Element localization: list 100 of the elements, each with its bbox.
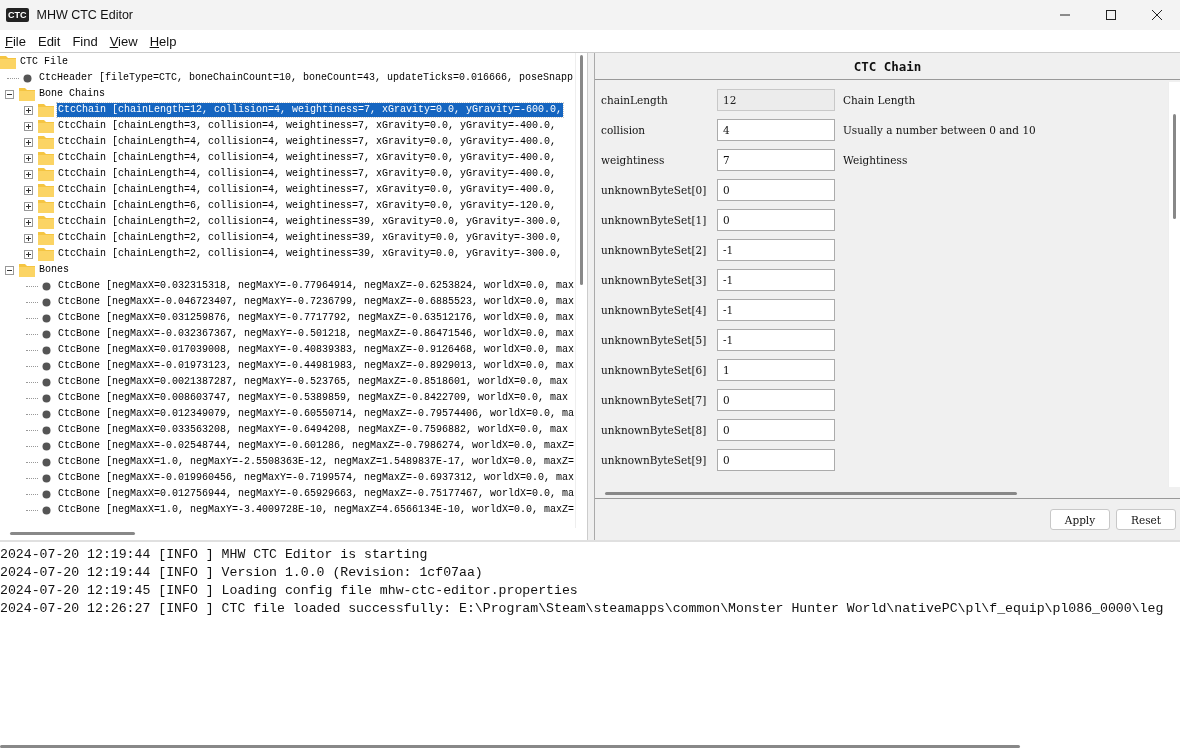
folder-icon bbox=[38, 215, 54, 229]
menu-item[interactable]: View bbox=[103, 33, 144, 49]
tree-item[interactable]: CtcBone [negMaxX=0.031259876, negMaxY=-0.7717792, negMaxZ=-0.63512176, worldX=0.0, max bbox=[57, 311, 575, 325]
tree-item[interactable]: CtcBone [negMaxX=0.012756944, negMaxY=-0.65929663, negMaxZ=-0.75177467, worldX=0.0, ma bbox=[57, 487, 575, 501]
action-button[interactable]: Apply bbox=[1050, 509, 1110, 530]
input-field[interactable]: 4 bbox=[717, 119, 835, 141]
input-field[interactable]: -1 bbox=[717, 329, 835, 351]
collapse-icon[interactable] bbox=[5, 265, 14, 275]
tree-item[interactable]: CtcBone [negMaxX=0.0021387287, negMaxY=-0.523765, negMaxZ=-0.8518601, worldX=0.0, max bbox=[57, 375, 570, 389]
input-field[interactable]: 0 bbox=[717, 209, 835, 231]
tree-item[interactable]: CtcBone [negMaxX=0.033563208, negMaxY=-0.6494208, negMaxZ=-0.7596882, worldX=0.0, max bbox=[57, 423, 570, 437]
tree-item[interactable]: CtcBone [negMaxX=0.008603747, negMaxY=-0.5389859, negMaxZ=-0.8422709, worldX=0.0, max bbox=[57, 391, 570, 405]
node-icon bbox=[42, 313, 51, 323]
folder-icon bbox=[38, 151, 54, 165]
tree-item[interactable]: Bones bbox=[38, 263, 70, 277]
input-field[interactable]: -1 bbox=[717, 239, 835, 261]
folder-icon bbox=[38, 103, 54, 117]
menu-item[interactable]: Help bbox=[143, 33, 183, 49]
folder-icon bbox=[38, 247, 54, 261]
tree-item[interactable]: CtcBone [negMaxX=0.017039008, negMaxY=-0.40839383, negMaxZ=-0.9126468, worldX=0.0, max bbox=[57, 343, 575, 357]
window-title: MHW CTC Editor bbox=[36, 8, 134, 22]
tree-item[interactable]: CtcBone [negMaxX=0.032315318, negMaxY=-0.77964914, negMaxZ=-0.6253824, worldX=0.0, max bbox=[57, 279, 575, 293]
expand-icon[interactable] bbox=[24, 201, 33, 211]
node-icon bbox=[42, 409, 51, 419]
tree-item[interactable]: CtcChain [chainLength=6, collision=4, weightiness=7, xGravity=0.0, yGravity=-120.0, bbox=[57, 199, 558, 213]
input-field[interactable]: 1 bbox=[717, 359, 835, 381]
field-label: collision bbox=[601, 124, 647, 136]
node-icon bbox=[42, 297, 51, 307]
input-field[interactable]: -1 bbox=[717, 299, 835, 321]
log-line: 2024-07-20 12:19:44 [INFO ] Version 1.0.0 (Revision: 1cf07aa) bbox=[0, 564, 484, 582]
node-icon bbox=[42, 361, 51, 371]
collapse-icon[interactable] bbox=[5, 89, 14, 99]
node-icon bbox=[42, 393, 51, 403]
tree-item[interactable]: CtcBone [negMaxX=0.012349079, negMaxY=-0.60550714, negMaxZ=-0.79574406, worldX=0.0, ma bbox=[57, 407, 575, 421]
expand-icon[interactable] bbox=[24, 169, 33, 179]
field-label: unknownByteSet[6] bbox=[601, 364, 708, 376]
tree-item[interactable]: CtcChain [chainLength=2, collision=4, weightiness=39, xGravity=0.0, yGravity=-300.0, bbox=[57, 215, 564, 229]
input-field[interactable]: 7 bbox=[717, 149, 835, 171]
input-field[interactable]: 0 bbox=[717, 449, 835, 471]
field-label: weightiness bbox=[601, 154, 666, 166]
node-icon bbox=[42, 329, 51, 339]
field-label: unknownByteSet[5] bbox=[601, 334, 708, 346]
tree-item[interactable]: CtcChain [chainLength=3, collision=4, weightiness=7, xGravity=0.0, yGravity=-400.0, bbox=[57, 119, 558, 133]
folder-icon bbox=[38, 135, 54, 149]
tree-item[interactable]: CtcChain [chainLength=4, collision=4, weightiness=7, xGravity=0.0, yGravity=-400.0, bbox=[57, 167, 558, 181]
node-icon bbox=[42, 489, 51, 499]
field-description: Chain Length bbox=[843, 94, 916, 106]
field-label: unknownByteSet[9] bbox=[601, 454, 708, 466]
tree-item[interactable]: CtcHeader [fileType=CTC, boneChainCount=10, boneCount=43, updateTicks=0.016666, poseSnapp bbox=[38, 71, 575, 85]
log-line: 2024-07-20 12:26:27 [INFO ] CTC file loaded successfully: E:\Program\Steam\steamapps\common\Monster Hunter World\nativePC\pl\f_equip\pl086_0000\leg bbox=[0, 600, 1165, 618]
tree-item[interactable]: Bone Chains bbox=[38, 87, 106, 101]
field-label: unknownByteSet[0] bbox=[601, 184, 708, 196]
tree-item[interactable]: CtcBone [negMaxX=1.0, negMaxY=-3.4009728E-10, negMaxZ=4.6566134E-10, worldX=0.0, maxZ= bbox=[57, 503, 575, 517]
input-field[interactable]: 0 bbox=[717, 419, 835, 441]
folder-icon bbox=[19, 87, 35, 101]
action-button[interactable]: Reset bbox=[1116, 509, 1176, 530]
folder-icon bbox=[38, 167, 54, 181]
expand-icon[interactable] bbox=[24, 233, 33, 243]
field-label: chainLength bbox=[601, 94, 669, 106]
tree-item[interactable]: CtcChain [chainLength=2, collision=4, weightiness=39, xGravity=0.0, yGravity=-300.0, bbox=[57, 231, 564, 245]
node-icon bbox=[42, 457, 51, 467]
expand-icon[interactable] bbox=[24, 137, 33, 147]
tree-item[interactable]: CtcChain [chainLength=4, collision=4, weightiness=7, xGravity=0.0, yGravity=-400.0, bbox=[57, 151, 558, 165]
folder-icon bbox=[19, 263, 35, 277]
menu-item[interactable]: Find bbox=[66, 33, 104, 49]
expand-icon[interactable] bbox=[24, 105, 33, 115]
tree-item[interactable]: CtcBone [negMaxX=-0.02548744, negMaxY=-0.601286, negMaxZ=-0.7986274, worldX=0.0, maxZ= bbox=[57, 439, 575, 453]
expand-icon[interactable] bbox=[24, 249, 33, 259]
input-field[interactable]: -1 bbox=[717, 269, 835, 291]
panel-title: CTC Chain bbox=[595, 53, 1180, 80]
field-label: unknownByteSet[7] bbox=[601, 394, 708, 406]
node-icon bbox=[42, 377, 51, 387]
tree-item[interactable]: CtcChain [chainLength=4, collision=4, weightiness=7, xGravity=0.0, yGravity=-400.0, bbox=[57, 135, 558, 149]
folder-icon bbox=[38, 199, 54, 213]
expand-icon[interactable] bbox=[24, 153, 33, 163]
field-label: unknownByteSet[3] bbox=[601, 274, 708, 286]
tree-item[interactable]: CtcChain [chainLength=4, collision=4, weightiness=7, xGravity=0.0, yGravity=-400.0, bbox=[57, 183, 558, 197]
tree-item[interactable]: CtcChain [chainLength=12, collision=4, weightiness=7, xGravity=0.0, yGravity=-600.0, bbox=[57, 103, 564, 117]
input-field[interactable]: 0 bbox=[717, 179, 835, 201]
node-icon bbox=[42, 345, 51, 355]
expand-icon[interactable] bbox=[24, 121, 33, 131]
tree-item[interactable]: CtcBone [negMaxX=1.0, negMaxY=-2.5508363E-12, negMaxZ=1.5489837E-17, worldX=0.0, maxZ= bbox=[57, 455, 575, 469]
tree-item[interactable]: CtcBone [negMaxX=-0.032367367, negMaxY=-0.501218, negMaxZ=-0.86471546, worldX=0.0, max bbox=[57, 327, 575, 341]
input-field[interactable]: 0 bbox=[717, 389, 835, 411]
field-label: unknownByteSet[8] bbox=[601, 424, 708, 436]
folder-icon bbox=[38, 119, 54, 133]
menu-item[interactable]: File bbox=[0, 33, 32, 49]
menu-item[interactable]: Edit bbox=[31, 33, 67, 49]
expand-icon[interactable] bbox=[24, 217, 33, 227]
field-label: unknownByteSet[4] bbox=[601, 304, 708, 316]
tree-item[interactable]: CtcBone [negMaxX=-0.019960456, negMaxY=-0.7199574, negMaxZ=-0.6937312, worldX=0.0, max bbox=[57, 471, 575, 485]
tree-item[interactable]: CTC File bbox=[19, 55, 69, 69]
tree-item[interactable]: CtcBone [negMaxX=-0.01973123, negMaxY=-0.44981983, negMaxZ=-0.8929013, worldX=0.0, max bbox=[57, 359, 575, 373]
node-icon bbox=[42, 473, 51, 483]
field-label: unknownByteSet[2] bbox=[601, 244, 708, 256]
expand-icon[interactable] bbox=[24, 185, 33, 195]
node-icon bbox=[42, 505, 51, 515]
log-line: 2024-07-20 12:19:44 [INFO ] MHW CTC Editor is starting bbox=[0, 546, 429, 564]
tree-item[interactable]: CtcChain [chainLength=2, collision=4, weightiness=39, xGravity=0.0, yGravity=-300.0, bbox=[57, 247, 564, 261]
tree-item[interactable]: CtcBone [negMaxX=-0.046723407, negMaxY=-0.7236799, negMaxZ=-0.6885523, worldX=0.0, max bbox=[57, 295, 575, 309]
